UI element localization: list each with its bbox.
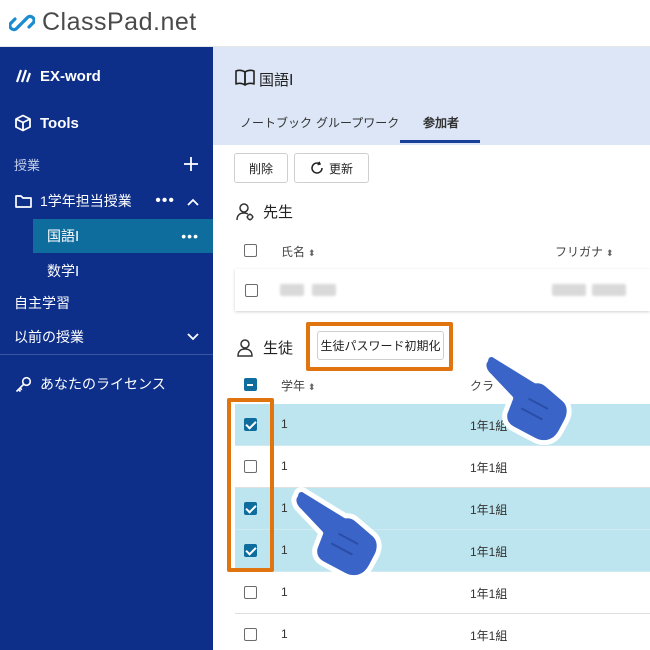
chevron-down-icon[interactable] bbox=[187, 333, 199, 341]
delete-button-label: 削除 bbox=[248, 161, 273, 176]
exword-icon bbox=[14, 67, 32, 85]
more-options-icon[interactable]: ••• bbox=[155, 193, 175, 209]
student-grade: 1 bbox=[281, 627, 288, 641]
teachers-section-title: 先生 bbox=[235, 201, 293, 222]
reset-student-password-button[interactable]: 生徒パスワード初期化 bbox=[317, 331, 444, 360]
student-class: 1年1組 bbox=[470, 503, 508, 517]
redacted-name bbox=[312, 284, 336, 296]
student-class: 1年1組 bbox=[470, 629, 508, 643]
students-section-title: 生徒 bbox=[235, 337, 293, 358]
student-row-checkbox[interactable] bbox=[244, 418, 257, 431]
student-row[interactable]: 1 1年1組 bbox=[235, 614, 650, 650]
student-grade: 1 bbox=[281, 459, 288, 473]
chevron-up-icon[interactable] bbox=[187, 193, 199, 209]
book-icon bbox=[235, 69, 255, 86]
sidebar-label-classes: 授業 bbox=[14, 157, 41, 173]
refresh-button[interactable]: 更新 bbox=[294, 153, 369, 183]
main-content: 国語Ⅰ ノートブック グループワーク 参加者 削除 更新 先生 氏名 ⬍ フリガナ… bbox=[213, 47, 650, 650]
reset-password-label: 生徒パスワード初期化 bbox=[320, 339, 441, 353]
sidebar-item-license[interactable]: あなたのライセンス bbox=[0, 369, 213, 399]
sidebar-label-group: 1学年担当授業 bbox=[40, 193, 132, 209]
refresh-icon bbox=[311, 161, 323, 174]
top-bar: ClassPad.net bbox=[0, 0, 650, 47]
sidebar-item-self-study[interactable]: 自主学習 bbox=[0, 289, 213, 317]
student-class: 1年1組 bbox=[470, 587, 508, 601]
tab-notebook[interactable]: ノートブック bbox=[240, 114, 312, 131]
course-title: 国語Ⅰ bbox=[259, 72, 294, 89]
delete-button[interactable]: 削除 bbox=[234, 153, 288, 183]
sidebar-label-license: あなたのライセンス bbox=[40, 376, 166, 392]
col-name-label: 氏名 bbox=[281, 245, 306, 259]
sidebar-divider bbox=[0, 354, 213, 355]
teachers-col-furigana[interactable]: フリガナ ⬍ bbox=[555, 243, 614, 260]
students-select-all-checkbox[interactable] bbox=[244, 378, 257, 391]
sort-icon: ⬍ bbox=[308, 248, 316, 258]
sidebar-label-previous: 以前の授業 bbox=[14, 329, 84, 345]
more-options-icon[interactable]: ••• bbox=[181, 228, 199, 244]
classpad-logo-icon bbox=[9, 14, 35, 32]
tab-groupwork[interactable]: グループワーク bbox=[316, 114, 399, 131]
student-icon bbox=[237, 338, 253, 357]
sidebar: EX-word Tools 授業 1学年担当授業 ••• 国語Ⅰ ••• 数学Ⅰ bbox=[0, 47, 213, 650]
folder-icon bbox=[14, 192, 32, 210]
col-furigana-label: フリガナ bbox=[555, 245, 604, 259]
sidebar-label-math: 数学Ⅰ bbox=[47, 263, 80, 279]
sidebar-label-self-study: 自主学習 bbox=[14, 295, 70, 311]
student-grade: 1 bbox=[281, 585, 288, 599]
key-icon bbox=[14, 375, 32, 393]
student-grade: 1 bbox=[281, 417, 288, 431]
sidebar-item-tools[interactable]: Tools bbox=[0, 108, 213, 138]
students-col-grade[interactable]: 学年 ⬍ bbox=[281, 377, 316, 394]
cube-icon bbox=[14, 114, 32, 132]
sidebar-group-first-grade[interactable]: 1学年担当授業 ••• bbox=[0, 186, 213, 216]
student-row-checkbox[interactable] bbox=[244, 586, 257, 599]
redacted-furigana bbox=[592, 284, 626, 296]
teachers-select-all-checkbox[interactable] bbox=[244, 244, 257, 257]
tab-participants[interactable]: 参加者 bbox=[423, 114, 459, 131]
sidebar-label-exword: EX-word bbox=[40, 67, 101, 85]
redacted-furigana bbox=[552, 284, 586, 296]
student-row-checkbox[interactable] bbox=[244, 502, 257, 515]
course-header: 国語Ⅰ ノートブック グループワーク 参加者 bbox=[213, 47, 650, 145]
student-row[interactable]: 1 1年1組 bbox=[235, 404, 650, 446]
refresh-button-label: 更新 bbox=[328, 161, 353, 176]
app-title: ClassPad.net bbox=[42, 8, 197, 36]
student-class: 1年1組 bbox=[470, 545, 508, 559]
students-section-label: 生徒 bbox=[263, 340, 294, 357]
teacher-row[interactable] bbox=[235, 269, 650, 311]
sidebar-label-tools: Tools bbox=[40, 114, 79, 132]
teachers-section-label: 先生 bbox=[263, 204, 294, 221]
sidebar-label-kokugo: 国語Ⅰ bbox=[47, 228, 80, 244]
sidebar-item-previous[interactable]: 以前の授業 bbox=[0, 323, 213, 351]
student-class: 1年1組 bbox=[470, 461, 508, 475]
teacher-icon bbox=[236, 202, 254, 220]
teacher-row-checkbox[interactable] bbox=[245, 284, 258, 297]
student-row-checkbox[interactable] bbox=[244, 460, 257, 473]
add-class-icon[interactable] bbox=[183, 156, 199, 172]
sidebar-item-kokugo[interactable]: 国語Ⅰ ••• bbox=[33, 219, 213, 253]
col-grade-label: 学年 bbox=[281, 379, 306, 393]
student-row-checkbox[interactable] bbox=[244, 544, 257, 557]
sort-icon: ⬍ bbox=[606, 248, 614, 258]
redacted-name bbox=[280, 284, 304, 296]
sidebar-section-classes: 授業 bbox=[0, 150, 213, 178]
sidebar-item-math[interactable]: 数学Ⅰ bbox=[33, 254, 213, 288]
active-tab-indicator bbox=[400, 140, 480, 143]
sort-icon: ⬍ bbox=[308, 382, 316, 392]
pointing-hand-icon bbox=[481, 352, 572, 445]
student-row-checkbox[interactable] bbox=[244, 628, 257, 641]
pointing-hand-icon bbox=[291, 487, 382, 580]
sidebar-item-exword[interactable]: EX-word bbox=[0, 61, 213, 91]
teachers-col-name[interactable]: 氏名 ⬍ bbox=[281, 243, 316, 260]
